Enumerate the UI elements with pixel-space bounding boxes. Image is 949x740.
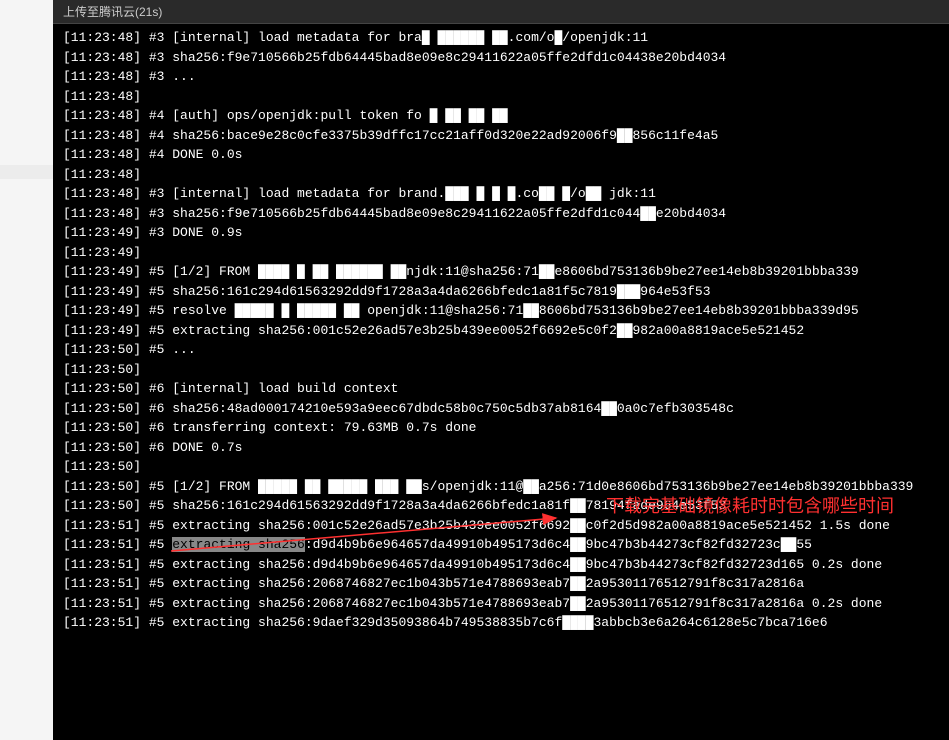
timestamp: [11:23:48] bbox=[63, 50, 141, 65]
timestamp: [11:23:49] bbox=[63, 225, 141, 240]
sidebar-tab-marker[interactable] bbox=[0, 165, 53, 179]
timestamp: [11:23:51] bbox=[63, 596, 141, 611]
timestamp: [11:23:50] bbox=[63, 362, 141, 377]
main-panel: 上传至腾讯云(21s) [11:23:48] #3 [internal] loa… bbox=[53, 0, 949, 740]
log-line: [11:23:49] #5 sha256:161c294d61563292dd9… bbox=[63, 282, 939, 302]
log-line: [11:23:48] #3 [internal] load metadata f… bbox=[63, 28, 939, 48]
log-line: [11:23:50] bbox=[63, 457, 939, 477]
log-line: [11:23:50] #6 sha256:48ad000174210e593a9… bbox=[63, 399, 939, 419]
timestamp: [11:23:50] bbox=[63, 479, 141, 494]
timestamp: [11:23:49] bbox=[63, 284, 141, 299]
timestamp: [11:23:48] bbox=[63, 108, 141, 123]
timestamp: [11:23:49] bbox=[63, 264, 141, 279]
log-line: [11:23:50] #6 DONE 0.7s bbox=[63, 438, 939, 458]
log-line: [11:23:49] #3 DONE 0.9s bbox=[63, 223, 939, 243]
log-line: [11:23:50] #5 [1/2] FROM █████ ██ █████ … bbox=[63, 477, 939, 497]
terminal-output[interactable]: [11:23:48] #3 [internal] load metadata f… bbox=[53, 24, 949, 740]
log-line: [11:23:51] #5 extracting sha256:d9d4b9b6… bbox=[63, 535, 939, 555]
timestamp: [11:23:51] bbox=[63, 518, 141, 533]
timestamp: [11:23:50] bbox=[63, 381, 141, 396]
log-line: [11:23:51] #5 extracting sha256:001c52e2… bbox=[63, 516, 939, 536]
log-line: [11:23:48] #4 [auth] ops/openjdk:pull to… bbox=[63, 106, 939, 126]
timestamp: [11:23:50] bbox=[63, 440, 141, 455]
log-line: [11:23:51] #5 extracting sha256:9daef329… bbox=[63, 613, 939, 633]
log-line: [11:23:48] #3 [internal] load metadata f… bbox=[63, 184, 939, 204]
timestamp: [11:23:50] bbox=[63, 420, 141, 435]
sidebar bbox=[0, 0, 53, 740]
log-line: [11:23:48] #3 sha256:f9e710566b25fdb6444… bbox=[63, 204, 939, 224]
log-line: [11:23:49] #5 [1/2] FROM ████ █ ██ █████… bbox=[63, 262, 939, 282]
timestamp: [11:23:51] bbox=[63, 537, 141, 552]
log-line: [11:23:48] #4 sha256:bace9e28c0cfe3375b3… bbox=[63, 126, 939, 146]
timestamp: [11:23:48] bbox=[63, 30, 141, 45]
log-line: [11:23:49] #5 resolve █████ █ █████ ██ o… bbox=[63, 301, 939, 321]
log-line: [11:23:48] bbox=[63, 87, 939, 107]
timestamp: [11:23:50] bbox=[63, 342, 141, 357]
timestamp: [11:23:48] bbox=[63, 128, 141, 143]
log-line: [11:23:50] #5 sha256:161c294d61563292dd9… bbox=[63, 496, 939, 516]
log-line: [11:23:48] bbox=[63, 165, 939, 185]
timestamp: [11:23:48] bbox=[63, 186, 141, 201]
log-line: [11:23:51] #5 extracting sha256:20687468… bbox=[63, 574, 939, 594]
timestamp: [11:23:49] bbox=[63, 303, 141, 318]
timestamp: [11:23:51] bbox=[63, 615, 141, 630]
timestamp: [11:23:51] bbox=[63, 557, 141, 572]
timestamp: [11:23:49] bbox=[63, 245, 141, 260]
step-title: 上传至腾讯云(21s) bbox=[63, 5, 162, 19]
highlighted-text: extracting sha256 bbox=[172, 537, 305, 552]
log-line: [11:23:49] #5 extracting sha256:001c52e2… bbox=[63, 321, 939, 341]
log-line: [11:23:51] #5 extracting sha256:d9d4b9b6… bbox=[63, 555, 939, 575]
log-line: [11:23:50] #6 transferring context: 79.6… bbox=[63, 418, 939, 438]
log-line: [11:23:48] #3 sha256:f9e710566b25fdb6444… bbox=[63, 48, 939, 68]
log-line: [11:23:51] #5 extracting sha256:20687468… bbox=[63, 594, 939, 614]
log-line: [11:23:48] #3 ... bbox=[63, 67, 939, 87]
timestamp: [11:23:48] bbox=[63, 89, 141, 104]
log-line: [11:23:49] bbox=[63, 243, 939, 263]
timestamp: [11:23:48] bbox=[63, 69, 141, 84]
console-container: 上传至腾讯云(21s) [11:23:48] #3 [internal] loa… bbox=[0, 0, 949, 740]
timestamp: [11:23:50] bbox=[63, 498, 141, 513]
timestamp: [11:23:50] bbox=[63, 459, 141, 474]
timestamp: [11:23:48] bbox=[63, 206, 141, 221]
log-line: [11:23:50] #6 [internal] load build cont… bbox=[63, 379, 939, 399]
log-line: [11:23:48] #4 DONE 0.0s bbox=[63, 145, 939, 165]
timestamp: [11:23:48] bbox=[63, 167, 141, 182]
timestamp: [11:23:51] bbox=[63, 576, 141, 591]
log-line: [11:23:50] bbox=[63, 360, 939, 380]
timestamp: [11:23:48] bbox=[63, 147, 141, 162]
timestamp: [11:23:49] bbox=[63, 323, 141, 338]
step-header[interactable]: 上传至腾讯云(21s) bbox=[53, 0, 949, 24]
timestamp: [11:23:50] bbox=[63, 401, 141, 416]
log-line: [11:23:50] #5 ... bbox=[63, 340, 939, 360]
